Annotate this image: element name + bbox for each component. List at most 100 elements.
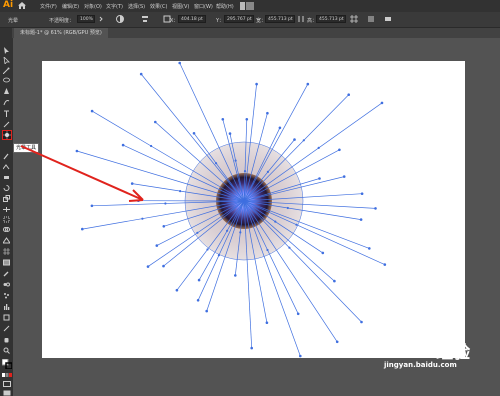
lasso-tool-icon[interactable] (3, 77, 10, 84)
flare-ray-anchor (318, 177, 321, 180)
watermark-url: jingyan.baidu.com (384, 361, 457, 369)
hand-tool-icon[interactable] (3, 336, 10, 343)
flare-ray-anchor (383, 263, 387, 266)
flare-ray-anchor (146, 265, 150, 268)
flare-ray-anchor (335, 340, 339, 344)
y-field[interactable]: 295.767 pt (224, 15, 254, 23)
shape-builder-tool-icon[interactable] (3, 226, 10, 233)
eraser-tool-icon[interactable] (3, 174, 10, 181)
flare-ray-anchor (130, 182, 134, 185)
flare-ray-anchor (215, 162, 218, 165)
menu-file[interactable]: 文件(F) (40, 3, 57, 10)
workspace-switcher-icon[interactable] (240, 2, 254, 10)
flare-ray (243, 200, 362, 323)
flare-ray-anchor (266, 248, 269, 252)
more-options-icon[interactable] (367, 15, 375, 23)
flare-ray-anchor (90, 204, 94, 208)
perspective-grid-tool-icon[interactable] (3, 237, 10, 244)
color-mode-icon[interactable] (2, 373, 12, 377)
recolor-icon[interactable] (116, 15, 124, 23)
gradient-tool-icon[interactable] (3, 259, 10, 266)
flare-ray-anchor (302, 139, 305, 142)
flare-ray-anchor (368, 247, 371, 250)
flare-ray-anchor (239, 231, 242, 234)
flare-ray-anchor (286, 206, 289, 210)
flare-ray-anchor (162, 225, 166, 228)
blend-tool-icon[interactable] (3, 281, 10, 288)
flare-ray-anchor (221, 118, 225, 121)
free-transform-tool-icon[interactable] (3, 216, 10, 223)
x-field[interactable]: 404.18 pt (178, 15, 206, 23)
flare-ray-anchor (250, 346, 253, 350)
watermark-brand: Baidu经验 (380, 343, 471, 363)
menu-help[interactable]: 帮助(H) (216, 3, 234, 10)
menu-type[interactable]: 文字(T) (106, 3, 123, 10)
curvature-tool-icon[interactable] (3, 99, 10, 106)
flare-ray-anchor (243, 170, 247, 173)
menu-select[interactable]: 选择(S) (128, 3, 145, 10)
zoom-tool-icon[interactable] (3, 347, 10, 354)
height-field[interactable]: 455.713 pt (316, 15, 346, 23)
flare-ray-anchor (380, 101, 384, 105)
arrange-icon[interactable] (384, 15, 392, 23)
flare-ray-anchor (266, 111, 269, 115)
flare-ray-anchor (75, 149, 79, 153)
menu-object[interactable]: 对象(O) (84, 3, 102, 10)
selection-tool-icon[interactable] (3, 47, 10, 54)
flare-tool-button[interactable] (2, 130, 12, 140)
magic-wand-tool-icon[interactable] (3, 67, 10, 74)
flare-ray-anchor (293, 138, 296, 141)
flare-ray-anchor (197, 278, 201, 282)
slice-tool-icon[interactable] (3, 325, 10, 332)
pen-tool-icon[interactable] (3, 88, 10, 95)
flare-ray-anchor (228, 132, 232, 135)
menu-edit[interactable]: 编辑(E) (62, 3, 79, 10)
flare-artwork[interactable] (42, 61, 465, 358)
flare-ray-anchor (295, 223, 298, 226)
symbol-sprayer-tool-icon[interactable] (3, 292, 10, 299)
flare-ray-anchor (81, 227, 84, 231)
width-field[interactable]: 455.713 pt (265, 15, 295, 23)
flare-ray-anchor (296, 312, 300, 316)
flare-ray-anchor (299, 354, 302, 358)
menu-window[interactable]: 窗口(W) (194, 3, 213, 10)
artboard-tool-icon[interactable] (3, 314, 10, 321)
tab-document[interactable]: 未标题-1* @ 61% (RGB/GPU 预览) (14, 28, 108, 38)
flare-ray-anchor (150, 144, 153, 148)
column-graph-tool-icon[interactable] (3, 303, 10, 310)
flare-ray-anchor (274, 220, 277, 223)
draw-mode-icon[interactable] (3, 381, 11, 387)
flare-ray-anchor (139, 72, 143, 76)
menu-effect[interactable]: 效果(C) (150, 3, 167, 10)
scale-tool-icon[interactable] (3, 195, 10, 202)
fill-stroke-swatch-icon[interactable] (2, 359, 12, 369)
flare-ray-anchor (321, 251, 325, 255)
opacity-field[interactable]: 100% (77, 15, 95, 23)
align-icon[interactable] (141, 15, 149, 23)
shaper-tool-icon[interactable] (3, 164, 10, 171)
document-tab-bar: 未标题-1* @ 61% (RGB/GPU 预览) (12, 28, 500, 38)
eyedropper-tool-icon[interactable] (3, 270, 10, 277)
chevron-right-icon[interactable] (97, 15, 105, 23)
paintbrush-tool-icon[interactable] (3, 153, 10, 160)
line-tool-icon[interactable] (3, 121, 10, 128)
opacity-label: 不透明度： (49, 18, 75, 24)
flare-ray-anchor (342, 175, 346, 178)
artboard[interactable] (42, 61, 465, 358)
grid-icon[interactable] (350, 15, 358, 23)
mesh-tool-icon[interactable] (3, 248, 10, 255)
flare-tool-icon (3, 131, 11, 139)
rotate-tool-icon[interactable] (3, 184, 10, 191)
flare-tool-tooltip: 光晕工具 (13, 143, 40, 153)
object-type-label: 光晕 (8, 18, 19, 24)
flare-ray-anchor (234, 274, 237, 277)
flare-ray-anchor (196, 299, 200, 302)
menu-view[interactable]: 视图(V) (172, 3, 189, 10)
type-tool-icon[interactable] (3, 110, 10, 117)
home-icon[interactable] (18, 2, 26, 9)
direct-selection-tool-icon[interactable] (3, 57, 10, 64)
link-icon[interactable] (297, 15, 305, 23)
screen-mode-icon[interactable] (3, 390, 11, 396)
width-tool-icon[interactable] (3, 206, 10, 213)
flare-ray-anchor (155, 244, 159, 247)
